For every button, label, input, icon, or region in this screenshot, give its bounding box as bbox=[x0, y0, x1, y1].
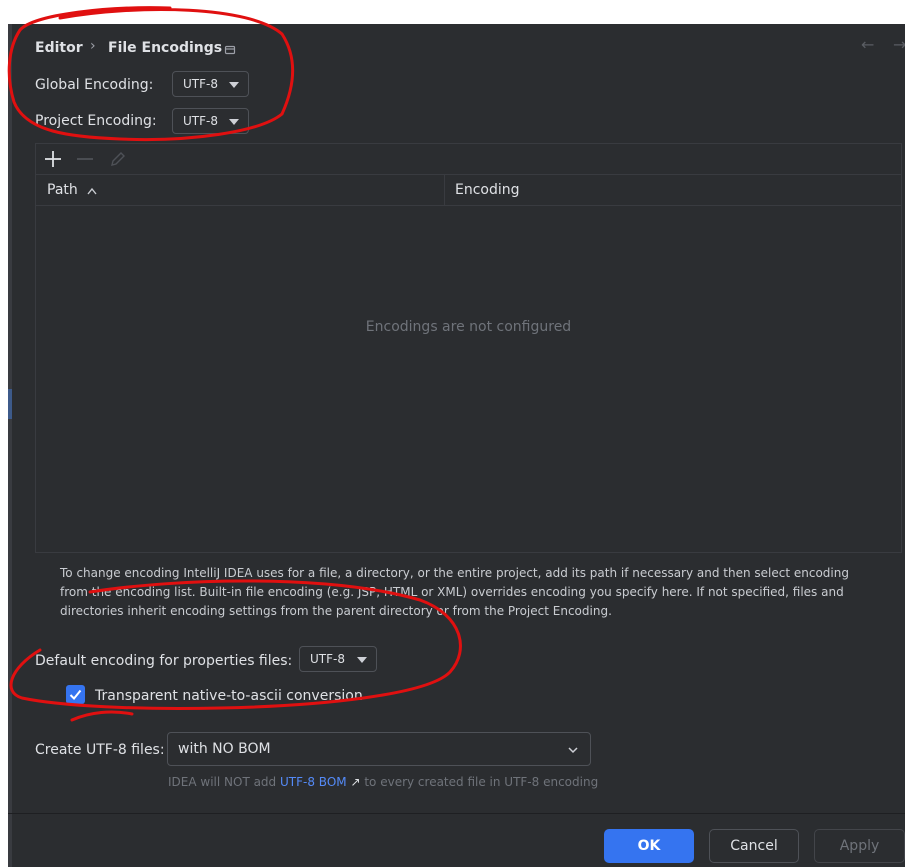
external-link-icon[interactable]: ↗ bbox=[350, 775, 360, 789]
sidebar-scroll-thumb[interactable] bbox=[8, 389, 12, 419]
help-line: directories inherit encoding settings fr… bbox=[60, 604, 612, 618]
bom-hint-suffix: to every created file in UTF-8 encoding bbox=[364, 775, 599, 789]
column-header-encoding[interactable]: Encoding bbox=[455, 182, 520, 198]
native-to-ascii-checkbox[interactable] bbox=[66, 685, 85, 704]
window-icon[interactable] bbox=[224, 41, 236, 60]
dropdown-arrow-icon bbox=[357, 657, 367, 663]
bom-hint-prefix: IDEA will NOT add bbox=[168, 775, 277, 789]
forward-arrow-icon[interactable]: → bbox=[893, 35, 905, 54]
create-utf8-label: Create UTF-8 files: bbox=[35, 742, 165, 758]
table-toolbar bbox=[36, 144, 901, 175]
table-header: Path Encoding bbox=[36, 175, 901, 206]
apply-button[interactable]: Apply bbox=[814, 829, 905, 863]
create-utf8-select[interactable]: with NO BOM bbox=[167, 732, 591, 766]
back-arrow-icon[interactable]: ← bbox=[861, 35, 874, 54]
global-encoding-label: Global Encoding: bbox=[35, 77, 154, 93]
properties-encoding-label: Default encoding for properties files: bbox=[35, 653, 293, 669]
breadcrumb-current: File Encodings bbox=[108, 40, 223, 56]
project-encoding-value: UTF-8 bbox=[183, 114, 218, 128]
encodings-table: Path Encoding Encodings are not configur… bbox=[35, 143, 902, 553]
column-divider[interactable] bbox=[444, 175, 445, 205]
checkmark-icon bbox=[69, 689, 82, 700]
chevron-right-icon: › bbox=[90, 38, 96, 54]
chevron-down-icon bbox=[567, 744, 579, 758]
table-empty-text: Encodings are not configured bbox=[365, 319, 572, 335]
properties-encoding-value: UTF-8 bbox=[310, 652, 345, 666]
settings-panel: Editor › File Encodings ← → Global Encod… bbox=[8, 24, 905, 867]
help-line: To change encoding IntelliJ IDEA uses fo… bbox=[60, 566, 849, 580]
sidebar-edge bbox=[8, 24, 12, 867]
cancel-button[interactable]: Cancel bbox=[709, 829, 799, 863]
native-to-ascii-label[interactable]: Transparent native-to-ascii conversion bbox=[95, 688, 363, 704]
create-utf8-value: with NO BOM bbox=[178, 741, 271, 757]
project-encoding-select[interactable]: UTF-8 bbox=[172, 108, 249, 134]
footer-separator bbox=[8, 813, 905, 814]
remove-icon[interactable] bbox=[76, 150, 94, 172]
sort-ascending-icon[interactable] bbox=[86, 184, 98, 200]
properties-encoding-select[interactable]: UTF-8 bbox=[299, 646, 377, 672]
global-encoding-value: UTF-8 bbox=[183, 77, 218, 91]
bom-hint: IDEA will NOT add UTF-8 BOM ↗ to every c… bbox=[168, 775, 598, 789]
ok-button[interactable]: OK bbox=[604, 829, 694, 863]
dropdown-arrow-icon bbox=[229, 119, 239, 125]
breadcrumb-editor[interactable]: Editor bbox=[35, 40, 83, 56]
utf8-bom-link[interactable]: UTF-8 BOM bbox=[280, 775, 347, 789]
column-header-path[interactable]: Path bbox=[47, 182, 78, 198]
help-text: To change encoding IntelliJ IDEA uses fo… bbox=[60, 564, 880, 621]
global-encoding-select[interactable]: UTF-8 bbox=[172, 71, 249, 97]
help-line: from the encoding list. Built-in file en… bbox=[60, 585, 844, 599]
project-encoding-label: Project Encoding: bbox=[35, 113, 157, 129]
dropdown-arrow-icon bbox=[229, 82, 239, 88]
edit-icon[interactable] bbox=[109, 150, 127, 172]
add-icon[interactable] bbox=[44, 150, 62, 172]
